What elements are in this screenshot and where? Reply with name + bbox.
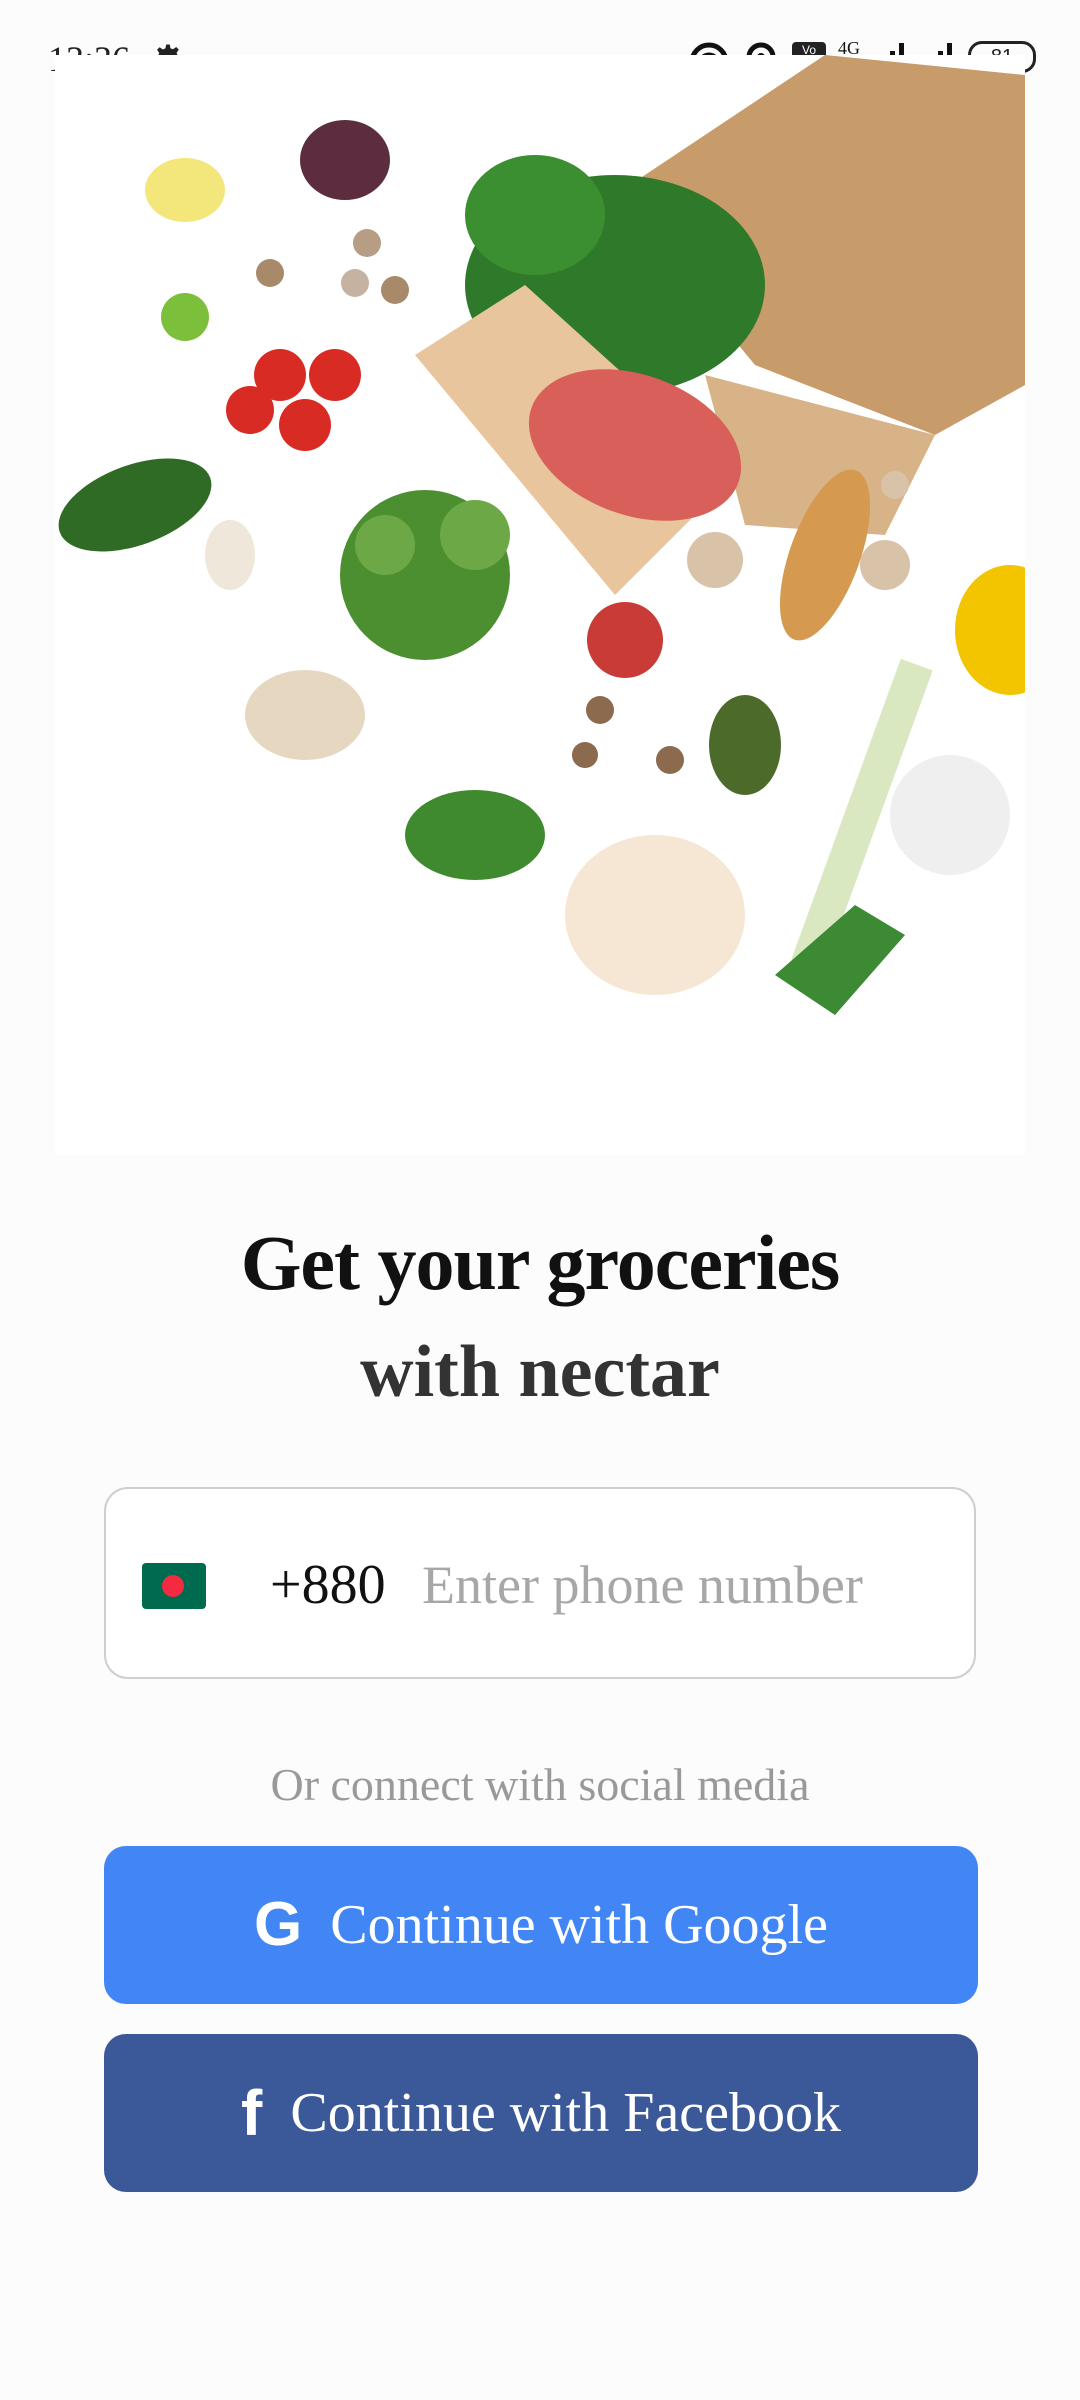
facebook-icon: f	[241, 2077, 263, 2149]
google-button-label: Continue with Google	[330, 1894, 828, 1956]
bangladesh-flag-icon[interactable]	[142, 1563, 206, 1609]
groceries-image	[55, 55, 1025, 1155]
facebook-button-label: Continue with Facebook	[290, 2082, 841, 2144]
phone-number-field[interactable]: +880	[104, 1487, 976, 1679]
social-caption: Or connect with social media	[270, 1759, 810, 1810]
country-code[interactable]: +880	[270, 1553, 386, 1617]
headline-line-2: with nectar	[360, 1331, 720, 1413]
continue-with-facebook-button[interactable]: f Continue with Facebook	[104, 2034, 978, 2192]
phone-number-input[interactable]	[422, 1545, 942, 1625]
continue-with-google-button[interactable]: G Continue with Google	[104, 1846, 978, 2004]
headline-line-1: Get your groceries	[240, 1219, 841, 1306]
google-icon: G	[254, 1890, 303, 1959]
